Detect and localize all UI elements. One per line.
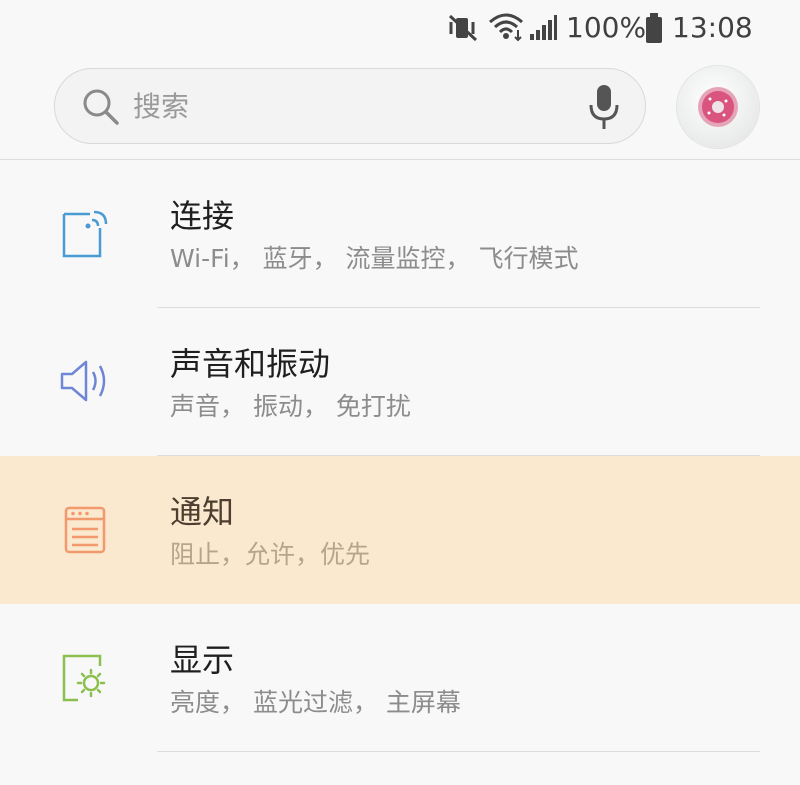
settings-item-notifications[interactable]: 通知 阻止，允许，优先 bbox=[0, 456, 800, 604]
battery-icon bbox=[646, 13, 662, 43]
item-title: 通知 bbox=[170, 493, 235, 531]
search-input[interactable]: 搜索 bbox=[133, 89, 189, 125]
item-title: 连接 bbox=[170, 197, 235, 235]
item-subtitle: Wi-Fi， 蓝牙， 流量监控， 飞行模式 bbox=[170, 244, 579, 273]
item-title: 显示 bbox=[170, 641, 235, 679]
settings-item-connections[interactable]: 连接 Wi-Fi， 蓝牙， 流量监控， 飞行模式 bbox=[0, 160, 800, 308]
status-bar: 100% 13:08 bbox=[0, 0, 800, 56]
divider bbox=[157, 751, 760, 752]
battery-percent: 100% bbox=[566, 11, 647, 44]
avatar[interactable] bbox=[677, 66, 759, 148]
item-subtitle: 亮度， 蓝光过滤， 主屏幕 bbox=[170, 688, 461, 717]
item-title: 声音和振动 bbox=[170, 345, 331, 383]
display-icon bbox=[62, 654, 106, 702]
search-bar[interactable]: 搜索 bbox=[54, 68, 646, 144]
item-subtitle: 声音， 振动， 免打扰 bbox=[170, 392, 411, 421]
mic-icon[interactable] bbox=[587, 83, 621, 131]
clock: 13:08 bbox=[672, 11, 753, 44]
wifi-icon bbox=[489, 13, 523, 42]
donut-icon bbox=[698, 87, 738, 127]
notification-icon bbox=[64, 506, 106, 554]
search-icon bbox=[83, 89, 119, 125]
settings-item-display[interactable]: 显示 亮度， 蓝光过滤， 主屏幕 bbox=[0, 604, 800, 752]
signal-icon bbox=[530, 15, 557, 40]
settings-item-sound[interactable]: 声音和振动 声音， 振动， 免打扰 bbox=[0, 308, 800, 456]
sound-icon bbox=[60, 360, 106, 402]
mute-vibrate-icon bbox=[448, 14, 478, 42]
connections-icon bbox=[62, 210, 108, 258]
item-subtitle: 阻止，允许，优先 bbox=[170, 540, 371, 569]
search-area: 搜索 bbox=[0, 56, 800, 159]
